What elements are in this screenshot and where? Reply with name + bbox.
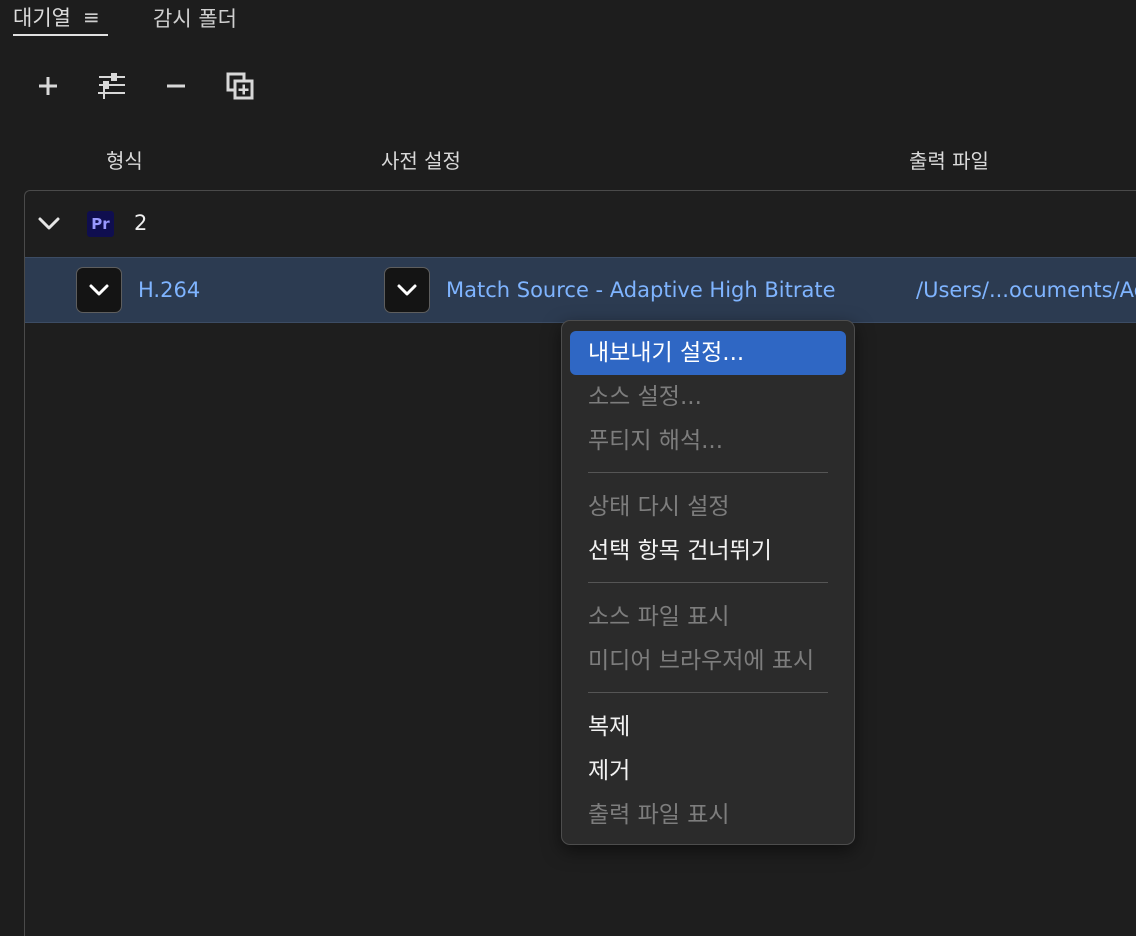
group-item-count: 2 [134,211,148,235]
duplicate-icon [226,72,254,100]
plus-icon [39,77,57,95]
preset-dropdown-button[interactable] [384,267,430,313]
queue-item-row[interactable]: H.264 Match Source - Adaptive High Bitra… [25,257,1136,323]
menu-item-skip-selection[interactable]: 선택 항목 건너뛰기 [570,529,846,573]
minus-icon [167,84,185,88]
menu-item-reveal-source[interactable]: 소스 파일 표시 [570,595,846,639]
menu-item-source-settings[interactable]: 소스 설정... [570,375,846,419]
sliders-icon [98,73,125,99]
tab-watch-label: 감시 폴더 [153,7,237,31]
tab-queue[interactable]: 대기열 ≡ [13,0,108,36]
chevron-down-icon [397,284,417,296]
premiere-pro-badge: Pr [87,211,114,237]
column-header-output[interactable]: 출력 파일 [909,145,989,174]
menu-item-reset-status[interactable]: 상태 다시 설정 [570,485,846,529]
menu-item-reveal-output[interactable]: 출력 파일 표시 [570,793,846,837]
menu-separator [588,692,828,693]
menu-item-interpret-footage[interactable]: 푸티지 해석... [570,419,846,463]
tab-queue-label: 대기열 [13,6,71,30]
preset-link[interactable]: Match Source - Adaptive High Bitrate [446,278,836,302]
duplicate-button[interactable] [220,66,260,106]
preset-settings-button[interactable] [92,66,132,106]
remove-button[interactable] [156,66,196,106]
output-file-link[interactable]: /Users/...ocuments/Adobe [916,278,1136,302]
app-root: 대기열 ≡ 감시 폴더 형식 사전 설정 출력 파일 Pr 2 H.264 Ma… [0,0,1136,936]
menu-item-reveal-media-browser[interactable]: 미디어 브라우저에 표시 [570,639,846,683]
chevron-down-icon[interactable] [37,212,61,236]
tab-bar: 대기열 ≡ 감시 폴더 [0,0,1136,40]
menu-item-duplicate[interactable]: 복제 [570,705,846,749]
context-menu: 내보내기 설정... 소스 설정... 푸티지 해석... 상태 다시 설정 선… [561,320,855,845]
tab-watch-folders[interactable]: 감시 폴더 [153,0,237,36]
menu-separator [588,472,828,473]
queue-group-row[interactable]: Pr 2 [25,191,1136,257]
column-header-format[interactable]: 형식 [106,145,143,174]
menu-separator [588,582,828,583]
panel-menu-icon[interactable]: ≡ [83,5,100,29]
format-link[interactable]: H.264 [138,278,200,302]
menu-item-export-settings[interactable]: 내보내기 설정... [570,331,846,375]
format-dropdown-button[interactable] [76,267,122,313]
menu-item-remove[interactable]: 제거 [570,749,846,793]
add-source-button[interactable] [28,66,68,106]
column-header-preset[interactable]: 사전 설정 [381,145,461,174]
chevron-down-icon [89,284,109,296]
